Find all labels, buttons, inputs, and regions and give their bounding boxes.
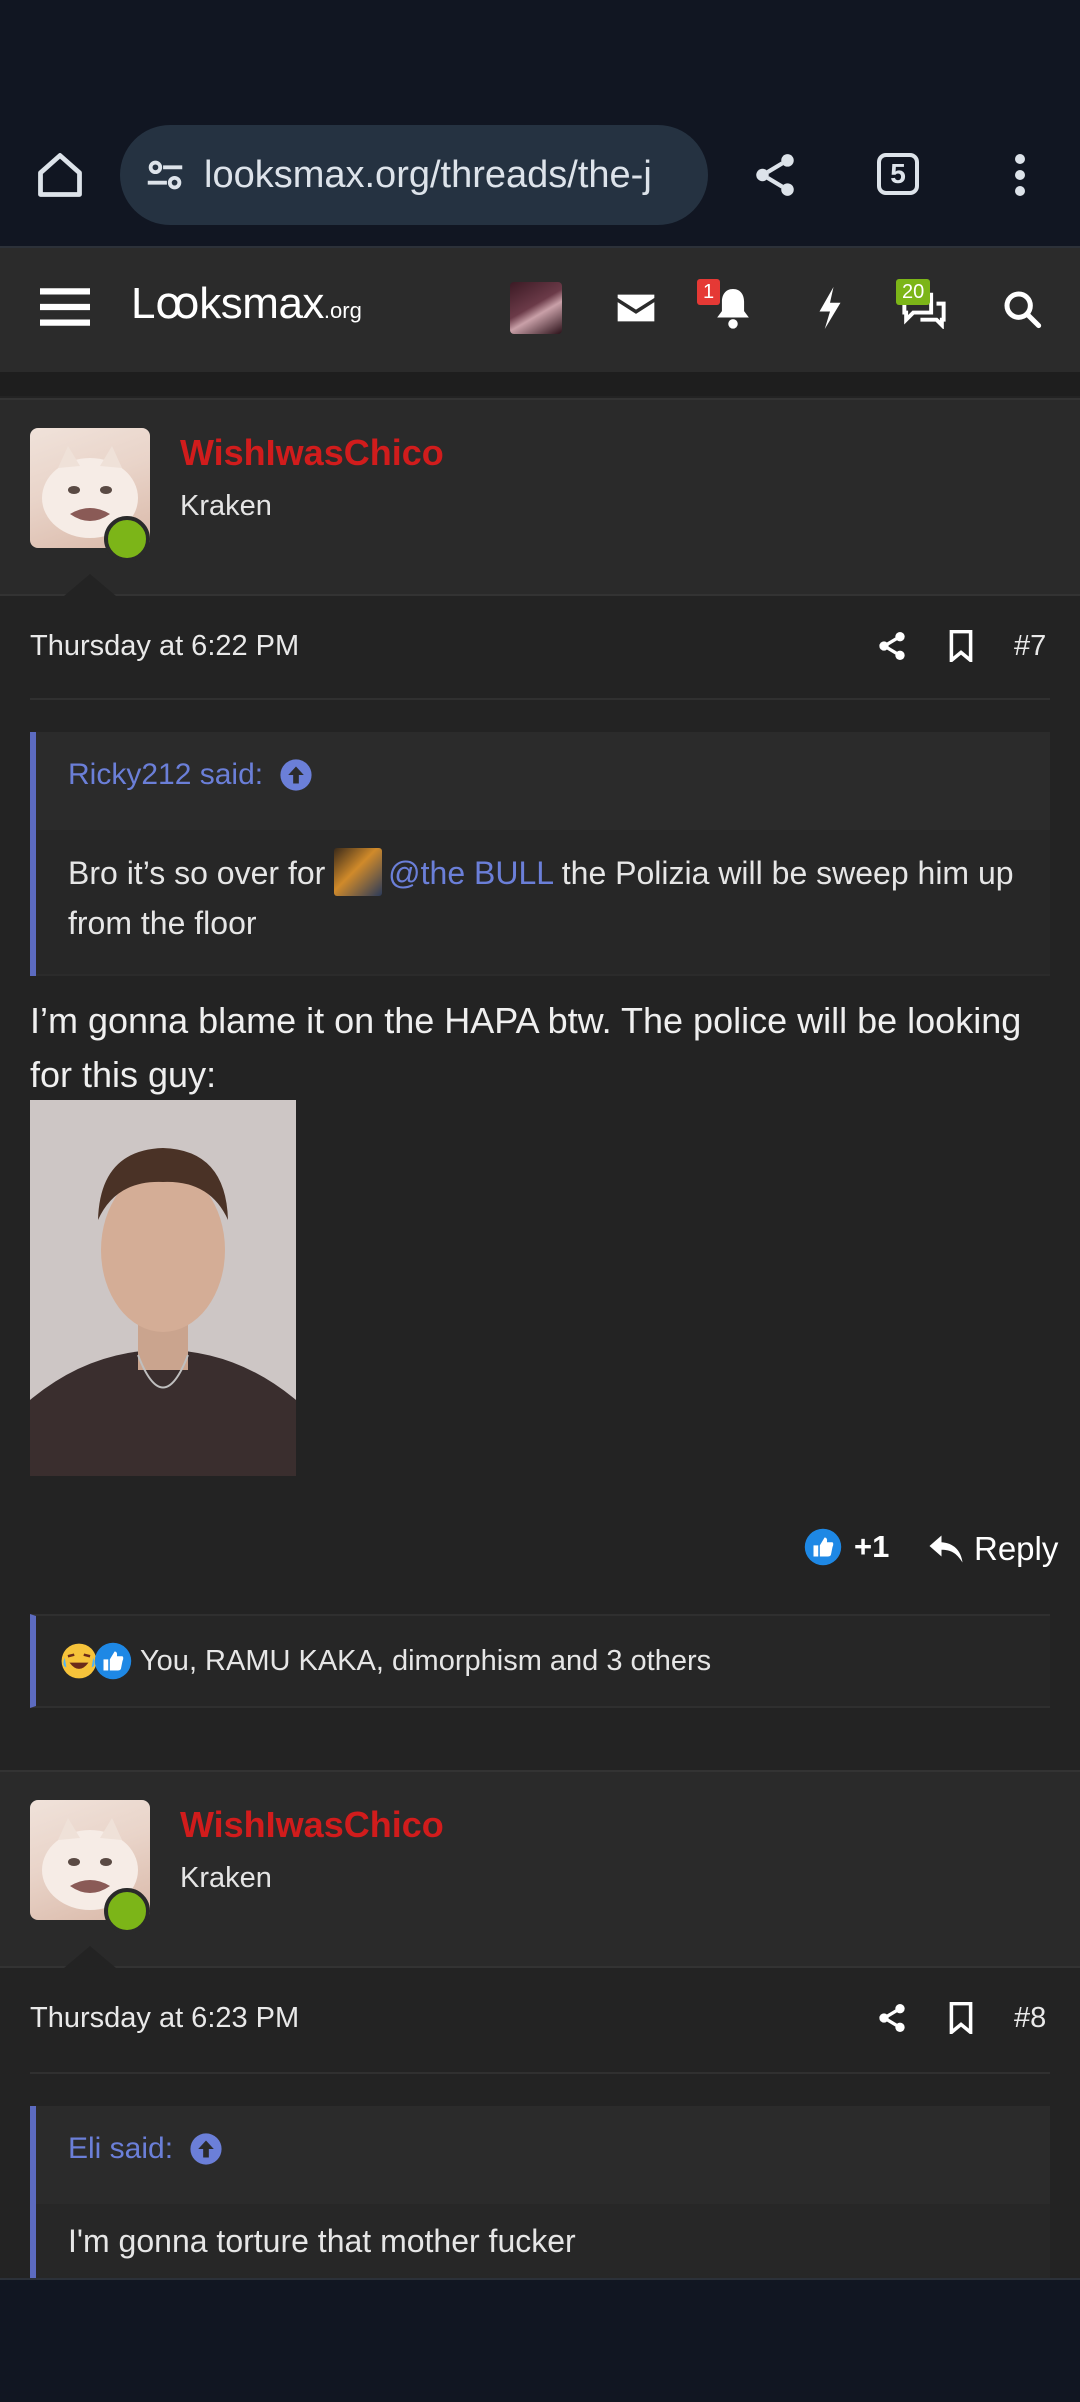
status-bar: [0, 0, 1080, 118]
post-timestamp[interactable]: Thursday at 6:23 PM: [30, 2002, 299, 2035]
arrow-up-circle-icon[interactable]: [279, 758, 313, 792]
site-logo[interactable]: Lꝏksmax.org: [131, 278, 362, 329]
bolt-icon[interactable]: [810, 282, 850, 334]
overflow-menu-icon[interactable]: [990, 145, 1050, 205]
reply-label: Reply: [974, 1530, 1059, 1567]
like-button[interactable]: +1: [804, 1528, 889, 1566]
conversations-badge: 20: [896, 279, 931, 305]
bookmark-icon[interactable]: [942, 1998, 980, 2038]
quote-block: Ricky212 said: Bro it’s so over for @the…: [30, 732, 1050, 976]
home-icon[interactable]: [30, 145, 90, 205]
post-number[interactable]: #7: [1014, 630, 1046, 663]
share-icon[interactable]: [745, 145, 805, 205]
reaction-score: +1: [854, 1529, 890, 1564]
quote-content: Bro it’s so over for @the BULL the Poliz…: [36, 830, 1050, 974]
reply-button[interactable]: Reply: [928, 1530, 1058, 1568]
mail-icon[interactable]: [612, 284, 660, 332]
like-icon: [804, 1528, 842, 1566]
bookmark-icon[interactable]: [942, 626, 980, 666]
tab-count: 5: [890, 158, 906, 189]
address-bar[interactable]: looksmax.org/threads/the-j: [120, 125, 708, 225]
post-pointer: [64, 1946, 116, 1968]
reply-icon: [928, 1533, 964, 1565]
like-icon: [94, 1642, 132, 1680]
post-username[interactable]: WishIwasChico: [180, 1804, 444, 1846]
header-divider: [0, 372, 1080, 396]
quote-header[interactable]: Eli said:: [68, 2132, 223, 2166]
post-user-block: [0, 1770, 1080, 1968]
user-mention-link[interactable]: @the BULL: [388, 855, 553, 891]
post-pointer: [64, 574, 116, 596]
share-icon[interactable]: [872, 626, 912, 666]
post-number[interactable]: #8: [1014, 2002, 1046, 2035]
online-status-indicator: [104, 1888, 150, 1934]
user-avatar-thumb[interactable]: [510, 282, 562, 334]
share-icon[interactable]: [872, 1998, 912, 2038]
divider: [30, 2072, 1050, 2074]
arrow-up-circle-icon[interactable]: [189, 2132, 223, 2166]
quote-content: I'm gonna torture that mother fucker: [36, 2204, 1050, 2278]
reactions-text: You, RAMU KAKA, dimorphism and 3 others: [140, 1644, 712, 1677]
search-icon[interactable]: [997, 284, 1047, 334]
quote-header[interactable]: Ricky212 said:: [68, 758, 313, 792]
online-status-indicator: [104, 516, 150, 562]
quote-author: Ricky212 said:: [68, 758, 264, 791]
divider: [30, 698, 1050, 700]
system-navigation-bar: [0, 2278, 1080, 2402]
quote-author: Eli said:: [68, 2132, 174, 2165]
user-title: Kraken: [180, 1862, 272, 1894]
tab-switcher-button[interactable]: 5: [877, 153, 919, 195]
notifications-badge: 1: [697, 279, 721, 305]
laugh-emoji-icon: [60, 1642, 98, 1680]
attached-photo[interactable]: [30, 1100, 296, 1476]
mention-avatar: [334, 848, 383, 896]
post-timestamp[interactable]: Thursday at 6:22 PM: [30, 630, 299, 663]
post-message: I’m gonna blame it on the HAPA btw. The …: [30, 1000, 1022, 1095]
user-title: Kraken: [180, 490, 272, 522]
reactions-summary[interactable]: You, RAMU KAKA, dimorphism and 3 others: [30, 1614, 1050, 1708]
url-text: looksmax.org/threads/the-j: [204, 153, 652, 196]
menu-icon[interactable]: [38, 282, 92, 332]
site-info-icon[interactable]: [142, 152, 188, 198]
post-username[interactable]: WishIwasChico: [180, 432, 444, 474]
quote-block: Eli said: I'm gonna torture that mother …: [30, 2106, 1050, 2278]
post-user-block: [0, 398, 1080, 596]
